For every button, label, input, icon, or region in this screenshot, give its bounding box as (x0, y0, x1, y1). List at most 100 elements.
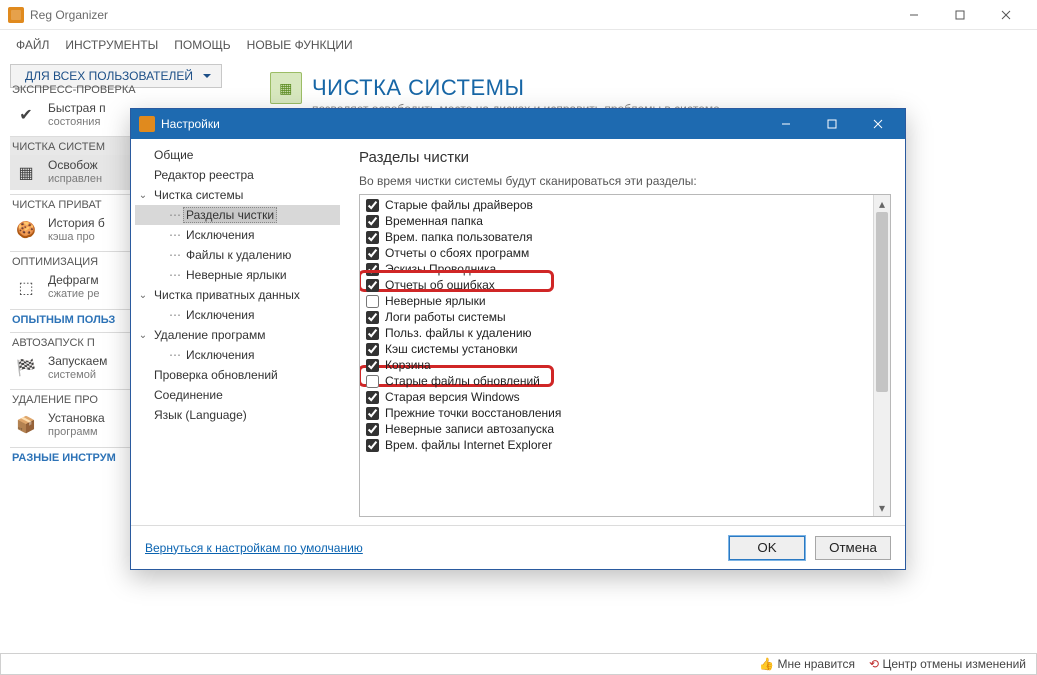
tree-node[interactable]: ⋯ Исключения (135, 305, 340, 325)
checkbox[interactable] (366, 439, 379, 452)
checkbox-row[interactable]: Прежние точки восстановления (364, 405, 869, 421)
dialog-minimize-button[interactable] (763, 109, 809, 139)
checkbox-row[interactable]: Неверные записи автозапуска (364, 421, 869, 437)
sidebar-item-title: Освобож (48, 158, 98, 172)
expand-icon[interactable]: ⌄ (137, 330, 149, 341)
tree-node[interactable]: ⌄Чистка приватных данных (135, 285, 340, 305)
tree-node[interactable]: ⌄Чистка системы (135, 185, 340, 205)
checkbox-label: Неверные записи автозапуска (385, 422, 554, 436)
tree-node[interactable]: Соединение (135, 385, 340, 405)
tree-label: Чистка системы (151, 187, 246, 203)
tree-node[interactable]: Язык (Language) (135, 405, 340, 425)
checkbox[interactable] (366, 263, 379, 276)
tree-node[interactable]: ⋯ Файлы к удалению (135, 245, 340, 265)
checkbox[interactable] (366, 279, 379, 292)
checkbox-row[interactable]: Отчеты о сбоях программ (364, 245, 869, 261)
checkbox-label: Отчеты о сбоях программ (385, 246, 529, 260)
app-title: Reg Organizer (30, 8, 891, 22)
cancel-button[interactable]: Отмена (815, 536, 891, 560)
checkbox-label: Кэш системы установки (385, 342, 518, 356)
scrollbar[interactable]: ▴ ▾ (873, 195, 890, 516)
checkbox[interactable] (366, 423, 379, 436)
scroll-up-button[interactable]: ▴ (874, 195, 890, 212)
tree-node[interactable]: Редактор реестра (135, 165, 340, 185)
menu-item[interactable]: ФАЙЛ (10, 36, 55, 54)
tree-node[interactable]: ⋯ Исключения (135, 225, 340, 245)
scroll-down-button[interactable]: ▾ (874, 499, 890, 516)
reset-defaults-link[interactable]: Вернуться к настройкам по умолчанию (145, 541, 363, 555)
checkbox-row[interactable]: Польз. файлы к удалению (364, 325, 869, 341)
menu-item[interactable]: ИНСТРУМЕНТЫ (59, 36, 164, 54)
tree-label: Язык (Language) (151, 407, 250, 423)
checkbox-row[interactable]: Отчеты об ошибках (364, 277, 869, 293)
app-icon (8, 7, 24, 23)
settings-tree[interactable]: ОбщиеРедактор реестра⌄Чистка системы⋯ Ра… (131, 139, 341, 525)
tree-node[interactable]: ⋯ Исключения (135, 345, 340, 365)
dialog-maximize-button[interactable] (809, 109, 855, 139)
tree-label: Редактор реестра (151, 167, 257, 183)
sidebar-item-sub: системой (48, 369, 107, 382)
checkbox-row[interactable]: Эскизы Проводника (364, 261, 869, 277)
checkbox-row[interactable]: Старые файлы драйверов (364, 197, 869, 213)
checkbox-label: Эскизы Проводника (385, 262, 496, 276)
tree-node[interactable]: ⋯ Неверные ярлыки (135, 265, 340, 285)
checkbox-row[interactable]: Старая версия Windows (364, 389, 869, 405)
undo-center-button[interactable]: ⟲ Центр отмены изменений (869, 657, 1026, 671)
menu-item[interactable]: НОВЫЕ ФУНКЦИИ (241, 36, 359, 54)
checkbox-row[interactable]: Старые файлы обновлений (364, 373, 869, 389)
tree-node[interactable]: Общие (135, 145, 340, 165)
clean-icon: ▦ (12, 162, 40, 184)
checkbox-row[interactable]: Логи работы системы (364, 309, 869, 325)
checkbox[interactable] (366, 375, 379, 388)
dialog-close-button[interactable] (855, 109, 901, 139)
checkbox-list-container: Старые файлы драйверовВременная папкаВре… (359, 194, 891, 517)
checkbox[interactable] (366, 311, 379, 324)
page-title: ЧИСТКА СИСТЕМЫ (312, 75, 524, 101)
checkbox[interactable] (366, 215, 379, 228)
checkbox-list[interactable]: Старые файлы драйверовВременная папкаВре… (360, 195, 873, 516)
dialog-title-bar: Настройки (131, 109, 905, 139)
checkbox[interactable] (366, 391, 379, 404)
uninstall-icon: 📦 (12, 414, 40, 436)
minimize-button[interactable] (891, 0, 937, 30)
expand-icon[interactable]: ⌄ (137, 190, 149, 201)
checkbox[interactable] (366, 247, 379, 260)
checkbox[interactable] (366, 231, 379, 244)
like-button[interactable]: 👍 Мне нравится (759, 657, 855, 671)
checkbox-row[interactable]: Врем. файлы Internet Explorer (364, 437, 869, 453)
dialog-title: Настройки (161, 117, 763, 131)
checkbox[interactable] (366, 407, 379, 420)
sidebar-item-sub: исправлен (48, 173, 102, 186)
checkbox-label: Логи работы системы (385, 310, 506, 324)
tree-label: Удаление программ (151, 327, 268, 343)
checkbox[interactable] (366, 295, 379, 308)
tree-node[interactable]: Проверка обновлений (135, 365, 340, 385)
sidebar-item-title: Установка (48, 411, 105, 425)
tree-label: Проверка обновлений (151, 367, 281, 383)
menu-item[interactable]: ПОМОЩЬ (168, 36, 236, 54)
scroll-thumb[interactable] (876, 212, 888, 392)
checkbox[interactable] (366, 327, 379, 340)
sidebar-group-header[interactable]: ЭКСПРЕСС-ПРОВЕРКА (10, 80, 250, 98)
checkbox-label: Старые файлы обновлений (385, 374, 540, 388)
expand-icon[interactable]: ⌄ (137, 290, 149, 301)
checkbox-row[interactable]: Кэш системы установки (364, 341, 869, 357)
maximize-button[interactable] (937, 0, 983, 30)
sidebar-item-sub: программ (48, 426, 105, 439)
checkbox-row[interactable]: Временная папка (364, 213, 869, 229)
checkbox-row[interactable]: Врем. папка пользователя (364, 229, 869, 245)
checkbox-row[interactable]: Неверные ярлыки (364, 293, 869, 309)
tree-label: Неверные ярлыки (183, 267, 290, 283)
checkbox-row[interactable]: Корзина (364, 357, 869, 373)
checkbox-label: Старая версия Windows (385, 390, 520, 404)
tree-node[interactable]: ⋯ Разделы чистки (135, 205, 340, 225)
checkbox-label: Неверные ярлыки (385, 294, 486, 308)
tree-node[interactable]: ⌄Удаление программ (135, 325, 340, 345)
ok-button[interactable]: OK (729, 536, 805, 560)
checkbox[interactable] (366, 199, 379, 212)
startup-icon: 🏁 (12, 357, 40, 379)
checkbox[interactable] (366, 343, 379, 356)
checkbox[interactable] (366, 359, 379, 372)
close-button[interactable] (983, 0, 1029, 30)
tree-label: Файлы к удалению (183, 247, 294, 263)
